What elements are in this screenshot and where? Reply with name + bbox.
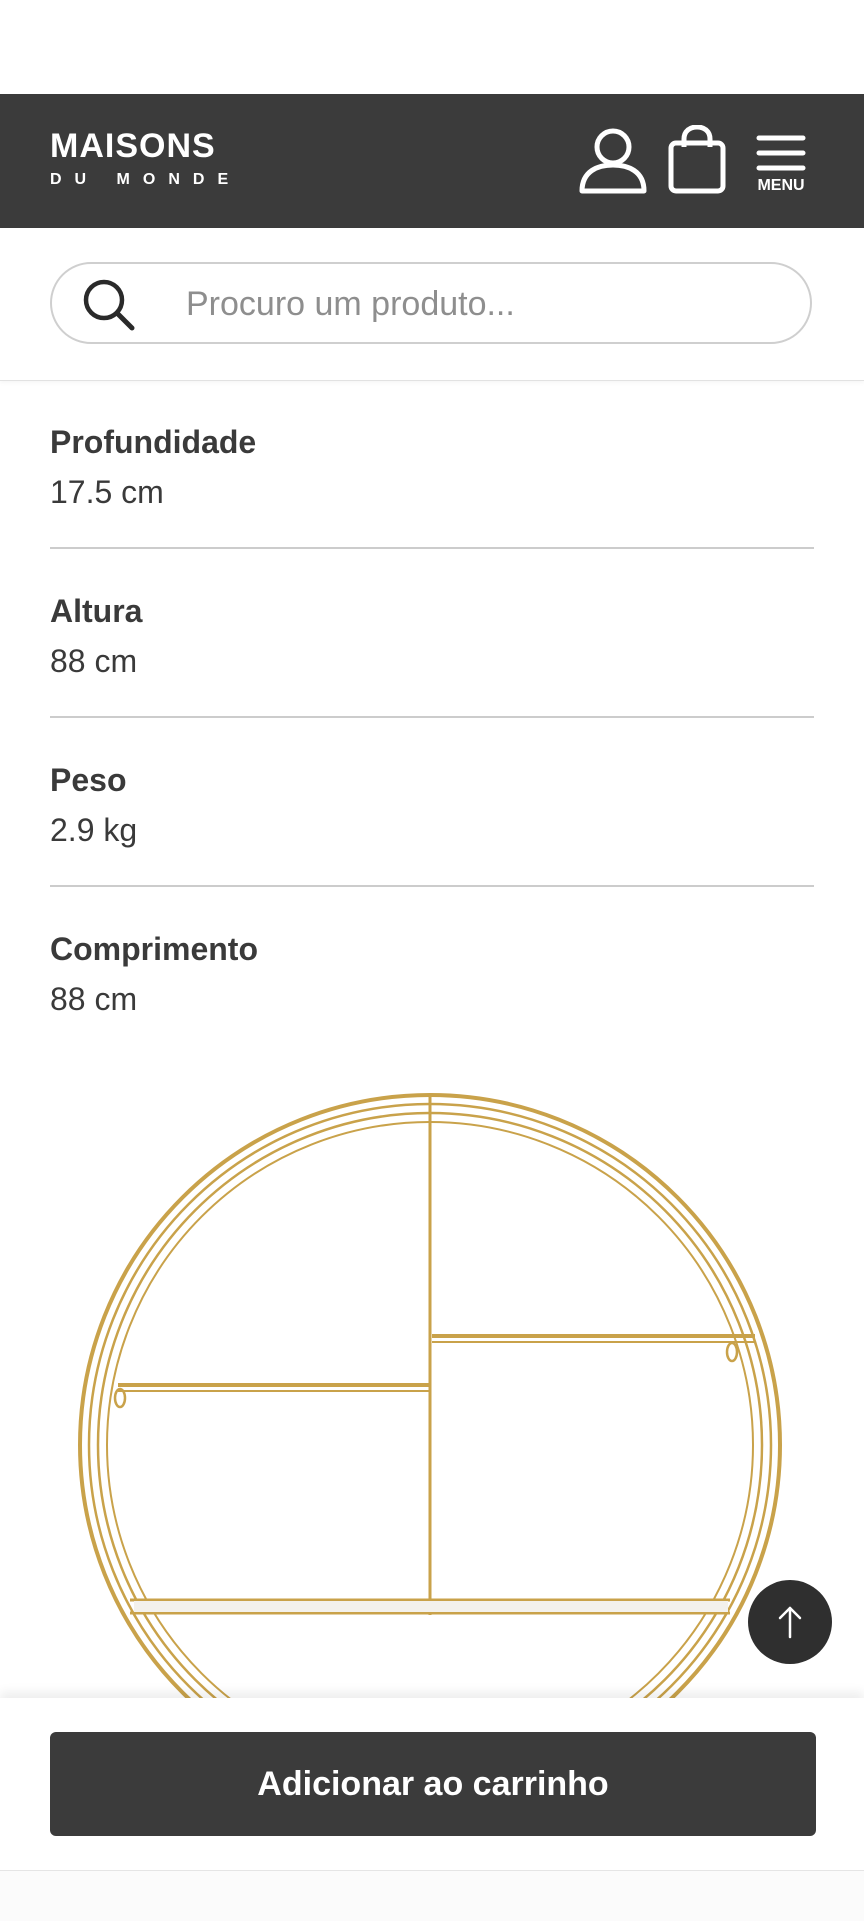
- spec-value: 88 cm: [50, 643, 138, 679]
- product-specs: Profundidade 17.5 cm Altura 88 cm Peso 2…: [50, 380, 814, 1056]
- spec-label: Peso: [50, 762, 127, 798]
- bottom-action-bar: Adicionar ao carrinho: [0, 1698, 864, 1870]
- spec-height: Altura 88 cm: [50, 549, 814, 718]
- system-nav-bar: [0, 1870, 864, 1921]
- search-input[interactable]: [184, 264, 788, 344]
- status-bar: [0, 0, 864, 94]
- spec-value: 2.9 kg: [50, 812, 138, 848]
- spec-label: Altura: [50, 593, 143, 629]
- spec-value: 88 cm: [50, 981, 138, 1017]
- scroll-to-top-button[interactable]: [748, 1580, 832, 1664]
- account-icon: [579, 128, 647, 194]
- logo-sub-text: DU MONDE: [50, 171, 242, 188]
- spec-length: Comprimento 88 cm: [50, 887, 814, 1056]
- spec-label: Profundidade: [50, 424, 257, 460]
- menu-label: MENU: [757, 177, 805, 194]
- brand-logo[interactable]: MAISONS DU MONDE: [50, 128, 241, 190]
- search-icon[interactable]: [82, 278, 136, 332]
- account-button[interactable]: [575, 122, 651, 198]
- search-area: [0, 228, 864, 381]
- site-header: MAISONS DU MONDE MENU: [0, 94, 864, 228]
- arrow-up-icon: [778, 1606, 802, 1639]
- spec-value: 17.5 cm: [50, 474, 164, 510]
- shopping-bag-icon: [668, 125, 726, 194]
- round-gold-wall-shelf-image: [78, 1093, 782, 1797]
- spec-depth: Profundidade 17.5 cm: [50, 380, 814, 549]
- menu-button[interactable]: MENU: [748, 124, 814, 204]
- search-box[interactable]: [50, 262, 812, 344]
- spec-weight: Peso 2.9 kg: [50, 718, 814, 887]
- product-image[interactable]: [0, 1060, 864, 1797]
- hamburger-menu-icon: [756, 135, 806, 171]
- spec-label: Comprimento: [50, 931, 258, 967]
- logo-main-text: MAISONS: [50, 127, 216, 165]
- cart-button[interactable]: [662, 122, 732, 198]
- add-to-cart-button[interactable]: Adicionar ao carrinho: [50, 1732, 816, 1836]
